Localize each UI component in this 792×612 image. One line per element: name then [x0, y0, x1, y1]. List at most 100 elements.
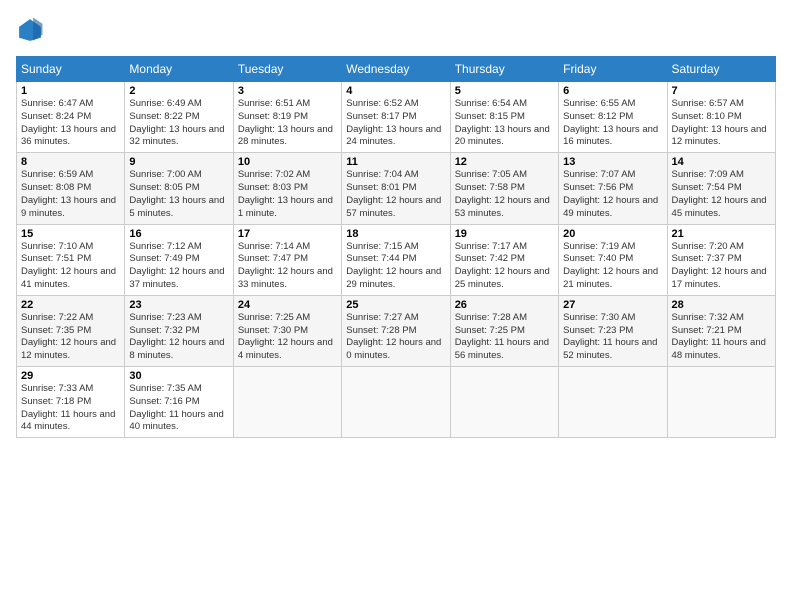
- calendar-cell: [559, 367, 667, 438]
- day-info: Sunrise: 6:52 AMSunset: 8:17 PMDaylight:…: [346, 98, 445, 149]
- calendar-week-row: 8 Sunrise: 6:59 AMSunset: 8:08 PMDayligh…: [17, 153, 776, 224]
- calendar-cell: 15 Sunrise: 7:10 AMSunset: 7:51 PMDaylig…: [17, 224, 125, 295]
- day-number: 15: [21, 228, 120, 240]
- calendar-day-header: Sunday: [17, 57, 125, 82]
- day-number: 22: [21, 299, 120, 311]
- day-number: 8: [21, 156, 120, 168]
- day-number: 23: [129, 299, 228, 311]
- calendar-cell: 6 Sunrise: 6:55 AMSunset: 8:12 PMDayligh…: [559, 82, 667, 153]
- day-info: Sunrise: 7:35 AMSunset: 7:16 PMDaylight:…: [129, 383, 228, 434]
- calendar-cell: 10 Sunrise: 7:02 AMSunset: 8:03 PMDaylig…: [233, 153, 341, 224]
- calendar-cell: 3 Sunrise: 6:51 AMSunset: 8:19 PMDayligh…: [233, 82, 341, 153]
- day-info: Sunrise: 7:12 AMSunset: 7:49 PMDaylight:…: [129, 241, 228, 292]
- day-info: Sunrise: 7:25 AMSunset: 7:30 PMDaylight:…: [238, 312, 337, 363]
- calendar-cell: 24 Sunrise: 7:25 AMSunset: 7:30 PMDaylig…: [233, 295, 341, 366]
- day-number: 25: [346, 299, 445, 311]
- calendar-cell: 25 Sunrise: 7:27 AMSunset: 7:28 PMDaylig…: [342, 295, 450, 366]
- page-header: [16, 16, 776, 44]
- day-number: 4: [346, 85, 445, 97]
- calendar-day-header: Wednesday: [342, 57, 450, 82]
- day-number: 29: [21, 370, 120, 382]
- calendar-cell: 9 Sunrise: 7:00 AMSunset: 8:05 PMDayligh…: [125, 153, 233, 224]
- day-info: Sunrise: 7:32 AMSunset: 7:21 PMDaylight:…: [672, 312, 771, 363]
- day-info: Sunrise: 7:04 AMSunset: 8:01 PMDaylight:…: [346, 169, 445, 220]
- calendar-cell: 29 Sunrise: 7:33 AMSunset: 7:18 PMDaylig…: [17, 367, 125, 438]
- day-info: Sunrise: 6:49 AMSunset: 8:22 PMDaylight:…: [129, 98, 228, 149]
- day-number: 28: [672, 299, 771, 311]
- day-info: Sunrise: 7:17 AMSunset: 7:42 PMDaylight:…: [455, 241, 554, 292]
- day-number: 11: [346, 156, 445, 168]
- calendar-cell: 22 Sunrise: 7:22 AMSunset: 7:35 PMDaylig…: [17, 295, 125, 366]
- calendar-table: SundayMondayTuesdayWednesdayThursdayFrid…: [16, 56, 776, 438]
- logo-icon: [16, 16, 44, 44]
- calendar-cell: 1 Sunrise: 6:47 AMSunset: 8:24 PMDayligh…: [17, 82, 125, 153]
- day-number: 3: [238, 85, 337, 97]
- calendar-day-header: Tuesday: [233, 57, 341, 82]
- day-info: Sunrise: 7:20 AMSunset: 7:37 PMDaylight:…: [672, 241, 771, 292]
- day-number: 16: [129, 228, 228, 240]
- day-number: 24: [238, 299, 337, 311]
- calendar-cell: [342, 367, 450, 438]
- day-info: Sunrise: 7:10 AMSunset: 7:51 PMDaylight:…: [21, 241, 120, 292]
- calendar-cell: 5 Sunrise: 6:54 AMSunset: 8:15 PMDayligh…: [450, 82, 558, 153]
- day-info: Sunrise: 7:30 AMSunset: 7:23 PMDaylight:…: [563, 312, 662, 363]
- day-number: 1: [21, 85, 120, 97]
- day-info: Sunrise: 7:02 AMSunset: 8:03 PMDaylight:…: [238, 169, 337, 220]
- calendar-cell: 4 Sunrise: 6:52 AMSunset: 8:17 PMDayligh…: [342, 82, 450, 153]
- calendar-cell: 28 Sunrise: 7:32 AMSunset: 7:21 PMDaylig…: [667, 295, 775, 366]
- calendar-cell: [233, 367, 341, 438]
- day-info: Sunrise: 7:22 AMSunset: 7:35 PMDaylight:…: [21, 312, 120, 363]
- day-info: Sunrise: 7:33 AMSunset: 7:18 PMDaylight:…: [21, 383, 120, 434]
- day-number: 20: [563, 228, 662, 240]
- day-number: 9: [129, 156, 228, 168]
- calendar-day-header: Thursday: [450, 57, 558, 82]
- calendar-cell: 12 Sunrise: 7:05 AMSunset: 7:58 PMDaylig…: [450, 153, 558, 224]
- calendar-header-row: SundayMondayTuesdayWednesdayThursdayFrid…: [17, 57, 776, 82]
- day-info: Sunrise: 7:15 AMSunset: 7:44 PMDaylight:…: [346, 241, 445, 292]
- day-number: 13: [563, 156, 662, 168]
- day-info: Sunrise: 7:19 AMSunset: 7:40 PMDaylight:…: [563, 241, 662, 292]
- calendar-cell: 18 Sunrise: 7:15 AMSunset: 7:44 PMDaylig…: [342, 224, 450, 295]
- calendar-cell: 19 Sunrise: 7:17 AMSunset: 7:42 PMDaylig…: [450, 224, 558, 295]
- logo: [16, 16, 48, 44]
- calendar-week-row: 1 Sunrise: 6:47 AMSunset: 8:24 PMDayligh…: [17, 82, 776, 153]
- calendar-cell: 21 Sunrise: 7:20 AMSunset: 7:37 PMDaylig…: [667, 224, 775, 295]
- calendar-cell: 30 Sunrise: 7:35 AMSunset: 7:16 PMDaylig…: [125, 367, 233, 438]
- calendar-cell: [667, 367, 775, 438]
- day-info: Sunrise: 7:23 AMSunset: 7:32 PMDaylight:…: [129, 312, 228, 363]
- day-number: 2: [129, 85, 228, 97]
- calendar-cell: 27 Sunrise: 7:30 AMSunset: 7:23 PMDaylig…: [559, 295, 667, 366]
- day-number: 30: [129, 370, 228, 382]
- calendar-cell: 8 Sunrise: 6:59 AMSunset: 8:08 PMDayligh…: [17, 153, 125, 224]
- day-number: 18: [346, 228, 445, 240]
- day-info: Sunrise: 7:14 AMSunset: 7:47 PMDaylight:…: [238, 241, 337, 292]
- day-info: Sunrise: 7:09 AMSunset: 7:54 PMDaylight:…: [672, 169, 771, 220]
- calendar-cell: 20 Sunrise: 7:19 AMSunset: 7:40 PMDaylig…: [559, 224, 667, 295]
- calendar-cell: 16 Sunrise: 7:12 AMSunset: 7:49 PMDaylig…: [125, 224, 233, 295]
- calendar-day-header: Monday: [125, 57, 233, 82]
- day-info: Sunrise: 7:27 AMSunset: 7:28 PMDaylight:…: [346, 312, 445, 363]
- day-number: 19: [455, 228, 554, 240]
- calendar-week-row: 29 Sunrise: 7:33 AMSunset: 7:18 PMDaylig…: [17, 367, 776, 438]
- calendar-cell: 23 Sunrise: 7:23 AMSunset: 7:32 PMDaylig…: [125, 295, 233, 366]
- calendar-cell: 17 Sunrise: 7:14 AMSunset: 7:47 PMDaylig…: [233, 224, 341, 295]
- calendar-cell: 2 Sunrise: 6:49 AMSunset: 8:22 PMDayligh…: [125, 82, 233, 153]
- calendar-cell: 7 Sunrise: 6:57 AMSunset: 8:10 PMDayligh…: [667, 82, 775, 153]
- day-number: 5: [455, 85, 554, 97]
- day-info: Sunrise: 6:47 AMSunset: 8:24 PMDaylight:…: [21, 98, 120, 149]
- day-number: 6: [563, 85, 662, 97]
- calendar-cell: 14 Sunrise: 7:09 AMSunset: 7:54 PMDaylig…: [667, 153, 775, 224]
- calendar-cell: 11 Sunrise: 7:04 AMSunset: 8:01 PMDaylig…: [342, 153, 450, 224]
- day-number: 7: [672, 85, 771, 97]
- calendar-week-row: 15 Sunrise: 7:10 AMSunset: 7:51 PMDaylig…: [17, 224, 776, 295]
- calendar-cell: [450, 367, 558, 438]
- calendar-cell: 26 Sunrise: 7:28 AMSunset: 7:25 PMDaylig…: [450, 295, 558, 366]
- day-info: Sunrise: 7:05 AMSunset: 7:58 PMDaylight:…: [455, 169, 554, 220]
- calendar-day-header: Saturday: [667, 57, 775, 82]
- day-number: 17: [238, 228, 337, 240]
- day-number: 21: [672, 228, 771, 240]
- day-info: Sunrise: 6:51 AMSunset: 8:19 PMDaylight:…: [238, 98, 337, 149]
- day-info: Sunrise: 6:54 AMSunset: 8:15 PMDaylight:…: [455, 98, 554, 149]
- day-number: 12: [455, 156, 554, 168]
- day-number: 14: [672, 156, 771, 168]
